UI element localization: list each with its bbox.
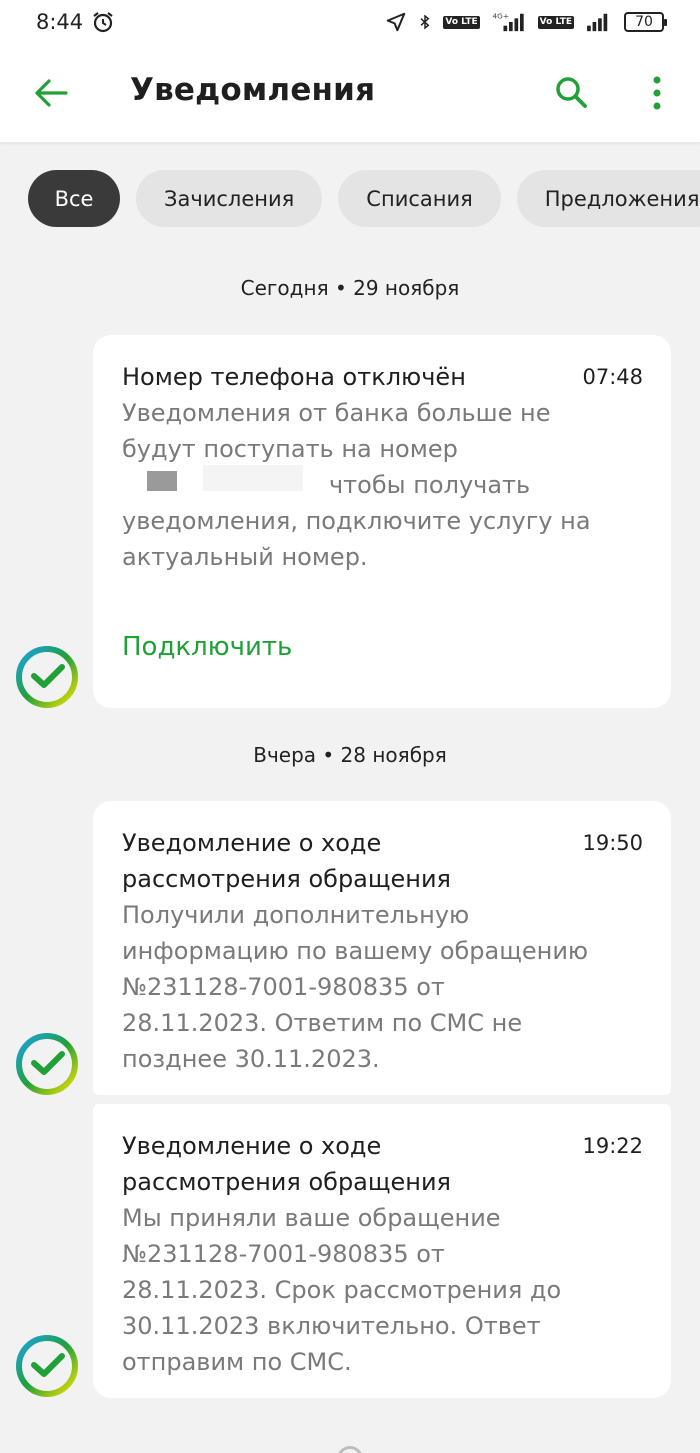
- title-line: Уведомление о ходе: [122, 829, 382, 857]
- body-line: Мы приняли ваше обращение: [122, 1204, 501, 1232]
- connect-button[interactable]: Подключить: [122, 632, 292, 662]
- notification-card[interactable]: Уведомление о ходе рассмотрения обращени…: [93, 1104, 671, 1398]
- alarm-icon: [93, 12, 113, 33]
- more-vertical-icon[interactable]: [646, 74, 668, 112]
- body-line: актуальный номер.: [122, 543, 368, 571]
- status-bar: 8:44 Vo LTE 4G+ Vo LTE 70: [0, 0, 700, 44]
- body-line: позднее 30.11.2023.: [122, 1045, 380, 1073]
- notification-time: 19:50: [582, 831, 643, 855]
- notification-card[interactable]: Уведомление о ходе рассмотрения обращени…: [93, 801, 671, 1095]
- body-line: Уведомления от банка больше не: [122, 399, 551, 427]
- filter-chip-income[interactable]: Зачисления: [136, 170, 323, 227]
- app-bar: Уведомления: [0, 44, 700, 142]
- body-line: будут поступать на номер: [122, 435, 458, 463]
- status-icons: Vo LTE 4G+ Vo LTE 70: [385, 11, 667, 33]
- signal-icon: [587, 13, 608, 32]
- location-icon: [387, 12, 406, 32]
- svg-text:4G+: 4G+: [492, 11, 508, 20]
- page-title: Уведомления: [130, 72, 376, 108]
- notification-time: 19:22: [582, 1134, 643, 1158]
- body-line: 30.11.2023 включительно. Ответ: [122, 1312, 541, 1340]
- notification-title: Уведомление о ходе рассмотрения обращени…: [122, 825, 552, 897]
- body-line: 28.11.2023. Ответим по СМС не: [122, 1009, 523, 1037]
- body-line: отправим по СМС.: [122, 1348, 352, 1376]
- status-time: 8:44: [36, 10, 84, 34]
- sber-logo-icon: [16, 1033, 78, 1095]
- sber-logo-icon: [16, 646, 78, 708]
- filter-chips: Все Зачисления Списания Предложения: [28, 170, 700, 227]
- notification-title: Уведомление о ходе рассмотрения обращени…: [122, 1128, 552, 1200]
- sber-logo-icon: [16, 1335, 78, 1397]
- arrow-left-icon[interactable]: [32, 74, 70, 112]
- body-line: №231128-7001-980835 от: [122, 973, 445, 1001]
- notification-card[interactable]: Номер телефона отключён 07:48 Уведомлени…: [93, 335, 671, 708]
- date-header-yesterday: Вчера • 28 ноября: [253, 743, 447, 767]
- notification-title: Номер телефона отключён: [122, 363, 466, 391]
- filter-chip-offers[interactable]: Предложения: [516, 170, 700, 227]
- body-line: №231128-7001-980835 от: [122, 1240, 445, 1268]
- body-line: информацию по вашему обращению: [122, 937, 589, 965]
- volte-badge: Vo LTE: [443, 15, 480, 29]
- redacted-block: [203, 465, 303, 491]
- body-line: 28.11.2023. Срок рассмотрения до: [122, 1276, 562, 1304]
- body-line: Получили дополнительную: [122, 901, 470, 929]
- notification-body: Мы приняли ваше обращение №231128-7001-9…: [122, 1200, 642, 1380]
- loading-spinner-icon: [337, 1446, 363, 1453]
- filter-chip-expenses[interactable]: Списания: [338, 170, 501, 227]
- bluetooth-icon: [420, 14, 430, 30]
- volte-badge-2: Vo LTE: [537, 15, 574, 29]
- title-line: рассмотрения обращения: [122, 865, 451, 893]
- filter-chip-all[interactable]: Все: [28, 170, 120, 227]
- date-header-today: Сегодня • 29 ноября: [240, 276, 460, 300]
- title-line: рассмотрения обращения: [122, 1168, 451, 1196]
- notification-time: 07:48: [582, 365, 643, 389]
- search-icon[interactable]: [553, 74, 589, 110]
- signal-4g-icon: 4G+: [492, 11, 524, 32]
- redacted-block: [147, 471, 177, 491]
- battery-indicator: 70: [624, 12, 667, 32]
- body-line: уведомления, подключите услугу на: [122, 507, 591, 535]
- notification-body: Получили дополнительную информацию по ва…: [122, 897, 642, 1077]
- title-line: Уведомление о ходе: [122, 1132, 382, 1160]
